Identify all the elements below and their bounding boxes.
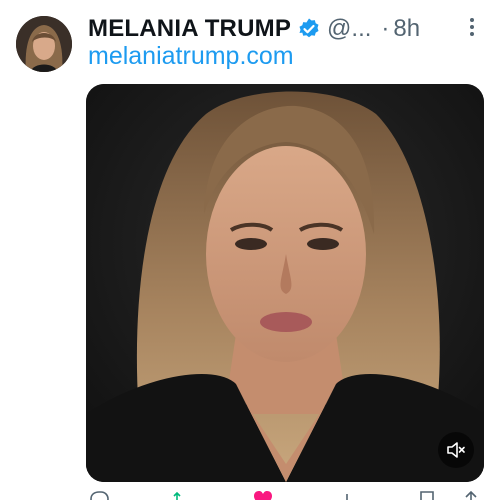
retweet-icon[interactable] xyxy=(170,490,192,500)
more-vertical-icon[interactable] xyxy=(462,12,482,42)
verified-badge-icon xyxy=(297,17,321,41)
user-handle[interactable]: @... xyxy=(327,15,371,43)
tweet-header: MELANIA TRUMP @... · 8h xyxy=(88,12,488,46)
heart-icon[interactable] xyxy=(252,490,274,500)
avatar[interactable] xyxy=(16,16,72,72)
separator-dot: · xyxy=(381,15,390,42)
display-name[interactable]: MELANIA TRUMP xyxy=(88,15,291,43)
tweet: MELANIA TRUMP @... · 8h melaniatrump.com xyxy=(0,0,500,500)
tweet-actions xyxy=(86,490,484,500)
bookmark-icon[interactable] xyxy=(416,490,438,500)
views-icon[interactable] xyxy=(336,490,358,500)
tweet-link[interactable]: melaniatrump.com xyxy=(88,42,294,71)
volume-muted-icon[interactable] xyxy=(438,432,474,468)
video-player[interactable] xyxy=(86,84,484,482)
share-icon[interactable] xyxy=(460,490,482,500)
reply-icon[interactable] xyxy=(88,490,110,500)
video-frame xyxy=(86,84,484,482)
timestamp[interactable]: 8h xyxy=(393,15,420,43)
